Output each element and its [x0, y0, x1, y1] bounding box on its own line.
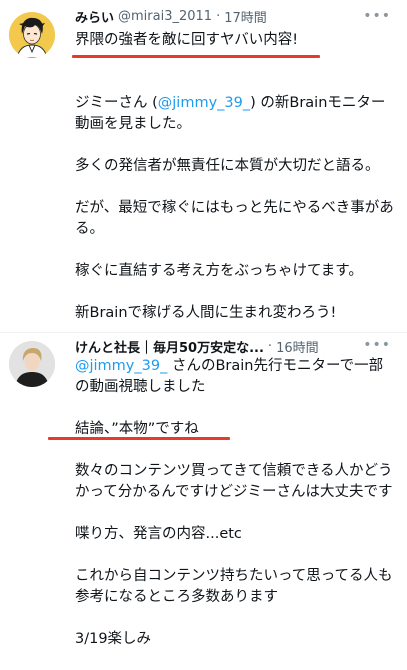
text-fragment: ジミーさん ( — [75, 95, 158, 111]
more-options-icon[interactable]: ••• — [363, 337, 391, 353]
display-name[interactable]: けんと社長｜毎月50万安定な... — [75, 337, 264, 356]
avatar[interactable] — [9, 341, 55, 387]
paragraph: 稼ぐに直結する考え方をぶっちゃけてます。 — [75, 263, 363, 279]
tweet-header: みらい @mirai3_2011 · 17時間 — [75, 6, 397, 26]
paragraph: これから自コンテンツ持ちたいって思ってる人も参考になるところ多数あります — [75, 568, 393, 605]
anime-avatar-icon — [9, 12, 55, 58]
display-name[interactable]: みらい — [75, 7, 114, 26]
more-options-icon[interactable]: ••• — [363, 8, 391, 24]
separator: · — [216, 8, 221, 24]
handle[interactable]: @mirai3_2011 — [118, 9, 212, 24]
paragraph: 新Brainで稼げる人間に生まれ変わろう! — [75, 305, 337, 321]
tweet-header: けんと社長｜毎月50万安定な... · 16時間 — [75, 336, 397, 356]
timestamp[interactable]: 17時間 — [224, 7, 267, 26]
highlight-text: 界隈の強者を敵に回すヤバい内容! — [75, 32, 299, 48]
separator: · — [267, 338, 273, 354]
paragraph: 喋り方、発言の内容...etc — [75, 526, 242, 542]
avatar[interactable] — [9, 12, 55, 58]
mention-link[interactable]: @jimmy_39_ — [75, 358, 167, 374]
paragraph: 3/19楽しみ — [75, 631, 152, 647]
paragraph: だが、最短で稼ぐにはもっと先にやるべき事がある。 — [75, 200, 394, 237]
mention-link[interactable]: @jimmy_39_ — [158, 95, 250, 111]
paragraph: 多くの発信者が無責任に本質が大切だと語る。 — [75, 158, 380, 174]
tweet-text: 界隈の強者を敵に回すヤバい内容! ジミーさん (@jimmy_39_) の新Br… — [75, 30, 395, 324]
paragraph: @jimmy_39_ さんのBrain先行モニターで一部の動画視聴しました — [75, 356, 395, 398]
tweet-text: @jimmy_39_ さんのBrain先行モニターで一部の動画視聴しました 結論… — [75, 356, 395, 650]
paragraph: ジミーさん (@jimmy_39_) の新Brainモニター動画を見ました。 — [75, 93, 395, 135]
paragraph: 数々のコンテンツ買ってきて信頼できる人かどうかって分かるんですけどジミーさんは大… — [75, 463, 393, 500]
red-underline — [48, 437, 230, 440]
tweet-2[interactable]: けんと社長｜毎月50万安定な... · 16時間 ••• @jimmy_39_ … — [0, 332, 407, 670]
timestamp[interactable]: 16時間 — [276, 337, 319, 356]
red-underline — [72, 55, 320, 58]
tweet-1[interactable]: みらい @mirai3_2011 · 17時間 ••• 界隈の強者を敵に回すヤバ… — [0, 0, 407, 332]
person-avatar-icon — [9, 341, 55, 387]
